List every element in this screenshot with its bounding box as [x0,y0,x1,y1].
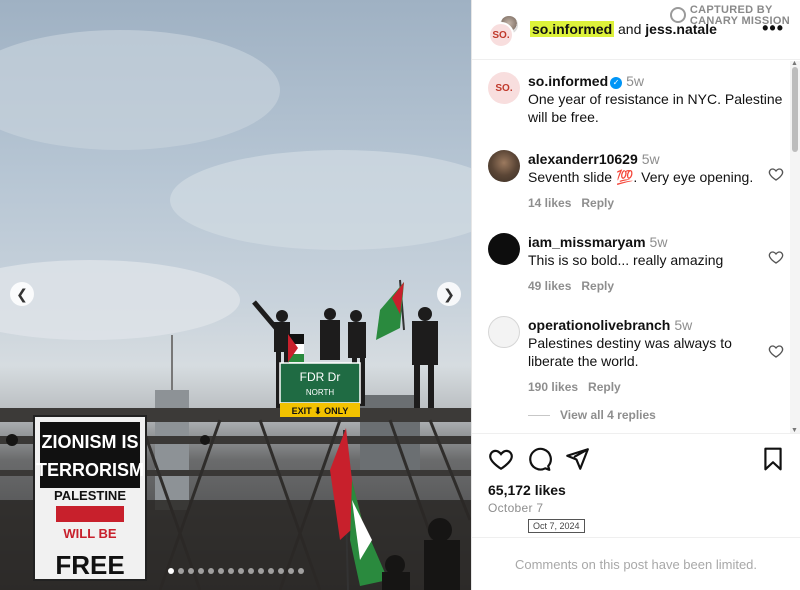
commenter-avatar[interactable] [488,233,520,265]
comment-text: Palestines destiny was always to liberat… [528,335,732,369]
reply-button[interactable]: Reply [588,380,621,394]
protest-sign: ZIONISM IS TERRORISM PALESTINE WILL BE F… [33,415,147,581]
caption-time[interactable]: 5w [626,73,644,89]
carousel-dot [177,568,184,574]
caption-text: One year of resistance in NYC. Palestine… [528,91,783,125]
carousel-dot [237,568,244,574]
carousel-dot [297,568,304,574]
commenter-avatar[interactable] [488,150,520,182]
comment-likes[interactable]: 49 likes [528,279,571,293]
carousel-dot [247,568,254,574]
comment-bubble-icon[interactable] [526,446,552,472]
comment-username[interactable]: iam_missmaryam [528,234,646,250]
scrollbar-thumb[interactable] [792,67,798,152]
sign-line-3: PALESTINE [54,488,126,503]
comments-section[interactable]: SO. so.informed ✓ 5w One year of resistanc… [472,61,800,434]
flag [288,334,304,362]
post-photo: ZIONISM IS TERRORISM PALESTINE WILL BE F… [0,30,471,590]
comment-time[interactable]: 5w [650,234,668,250]
author-avatar[interactable]: SO. [488,22,514,48]
street-sign-text: FDR Dr [300,370,341,384]
carousel-dot [277,568,284,574]
more-options-icon[interactable]: ••• [762,18,784,39]
carousel-dot [287,568,294,574]
share-send-icon[interactable] [564,446,590,472]
sign-line-4: WILL BE [63,526,117,541]
reply-button[interactable]: Reply [581,196,614,210]
like-comment-heart-icon[interactable] [768,249,784,265]
sign-line-1: ZIONISM IS [41,432,138,452]
carousel-dot [267,568,274,574]
sign-line-2: TERRORISM [36,460,144,480]
carousel-dot [207,568,214,574]
scroll-down-icon[interactable]: ▼ [791,427,798,433]
comment-time[interactable]: 5w [642,151,660,167]
and-text: and [618,21,642,37]
post-media[interactable]: ZIONISM IS TERRORISM PALESTINE WILL BE F… [0,0,471,590]
commenter-avatar[interactable] [488,316,520,348]
caption-username[interactable]: so.informed [528,73,608,89]
street-sign: FDR Dr NORTH EXIT ⬇ ONLY [279,362,361,417]
comment-username[interactable]: operationolivebranch [528,317,670,333]
comments-scrollbar[interactable]: ▲ ▼ [790,61,800,433]
like-heart-icon[interactable] [488,446,514,472]
carousel-indicators [0,568,471,574]
watermark-logo-icon [669,7,686,23]
view-replies-label: View all 4 replies [560,408,656,422]
sign-line-5: FREE [55,550,124,580]
save-bookmark-icon[interactable] [760,446,786,472]
post-date[interactable]: October 7 [488,501,543,515]
author-username[interactable]: so.informed [530,21,615,37]
post-header: SO. so.informed and jess.natale CAPTURED… [472,0,800,60]
comment-username[interactable]: alexanderr10629 [528,151,638,167]
carousel-dot [257,568,264,574]
likes-count[interactable]: 65,172 likes [488,482,566,498]
comment-likes[interactable]: 14 likes [528,196,571,210]
replies-divider [528,414,550,416]
caption-avatar[interactable]: SO. [488,72,520,104]
reply-button[interactable]: Reply [581,279,614,293]
comments-limited-notice: Comments on this post have been limited. [472,537,800,590]
next-slide-button[interactable]: ❯ [437,282,461,306]
comment-likes[interactable]: 190 likes [528,380,578,394]
exit-sign-text: EXIT ⬇ ONLY [292,406,349,416]
carousel-dot [187,568,194,574]
carousel-dot [227,568,234,574]
verified-badge-icon: ✓ [610,77,623,89]
carousel-dot [167,568,174,574]
carousel-dot [197,568,204,574]
comment-time[interactable]: 5w [674,317,692,333]
author-avatars[interactable]: SO. [486,14,522,48]
view-replies-button[interactable]: View all 4 replies [528,408,656,422]
like-comment-heart-icon[interactable] [768,343,784,359]
comment-text: This is so bold... really amazing [528,252,724,268]
like-comment-heart-icon[interactable] [768,166,784,182]
previous-slide-button[interactable]: ❮ [10,282,34,306]
date-tooltip: Oct 7, 2024 [528,519,585,533]
post-details-panel: SO. so.informed and jess.natale CAPTURED… [471,0,800,590]
comment-text: Seventh slide 💯. Very eye opening. [528,169,754,185]
post-actions [486,446,786,474]
street-sign-direction: NORTH [306,388,335,397]
carousel-dot [217,568,224,574]
